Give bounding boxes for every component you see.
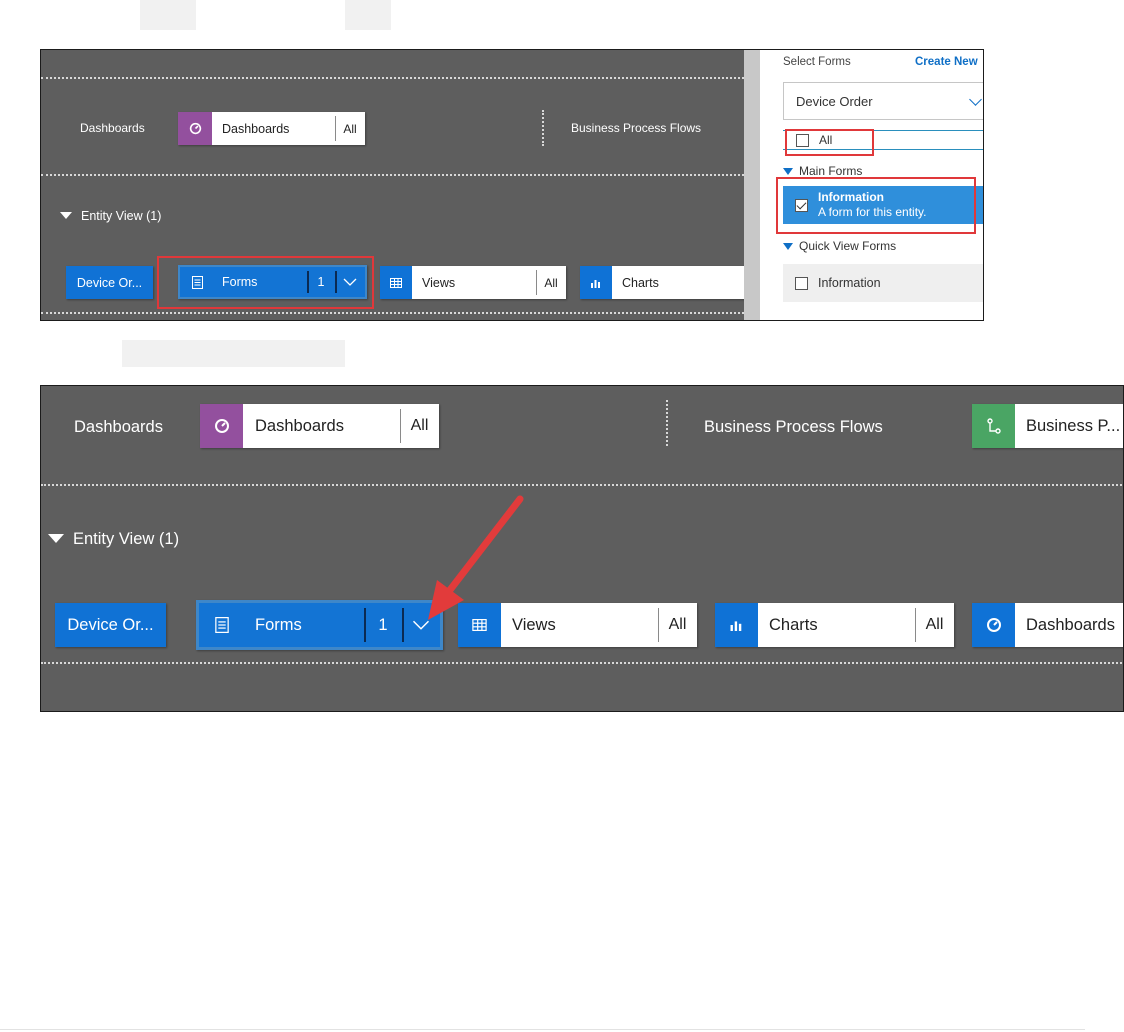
annotation-arrow-icon	[428, 495, 524, 620]
page-bottom-rule	[0, 1029, 1085, 1030]
